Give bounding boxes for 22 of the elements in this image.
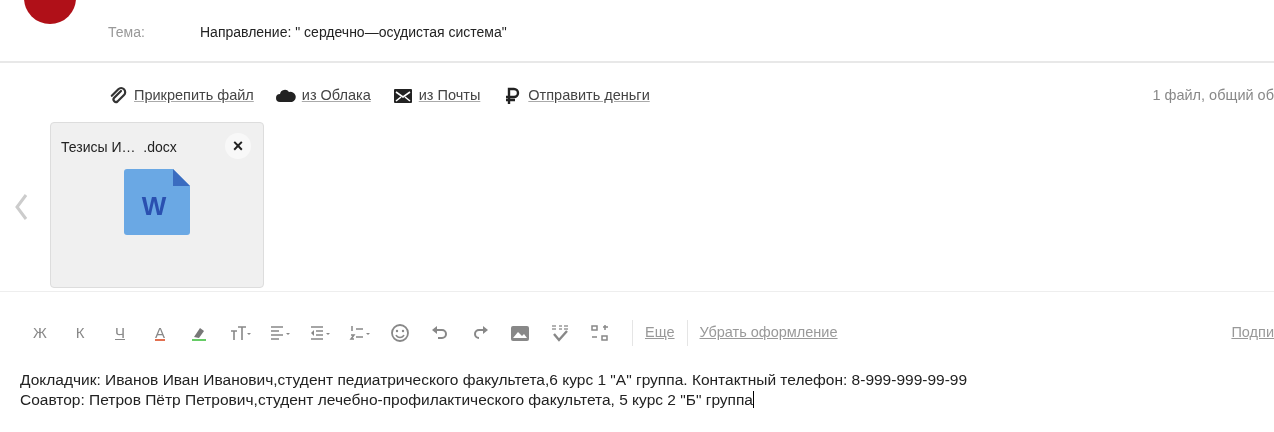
body-text-line: Соавтор: Петров Пётр Петрович,студент лечебно-профилактического факультета, 5 курс 2 "Б" группа	[20, 389, 753, 410]
attachment-card[interactable]: Тезисы И… .docx × W	[50, 121, 264, 288]
underline-button[interactable]: Ч	[100, 321, 140, 344]
attach-link[interactable]: Отправить деньги	[528, 85, 650, 107]
spellcheck-icon[interactable]	[549, 322, 571, 343]
format-button[interactable]: Ж	[20, 321, 60, 344]
word-document-icon: W	[124, 168, 190, 235]
attach-link[interactable]: Прикрепить файл	[134, 85, 254, 107]
paperclip-icon	[108, 85, 128, 106]
body-text-line: Докладчик: Иванов Иван Иванович,студент педиатрического факультета,6 курс 1 "А" группа. Контактный телефон: 8-999-999-99-99	[20, 369, 968, 390]
text-cursor	[753, 390, 754, 408]
format-button[interactable]: К	[60, 321, 100, 344]
attach-link[interactable]: из Почты	[418, 85, 481, 107]
subject-label: Тема:	[108, 23, 146, 42]
text-color-button[interactable]: A	[140, 321, 180, 344]
attach-link[interactable]: из Облака	[301, 85, 371, 107]
emoji-icon[interactable]	[389, 322, 411, 343]
attachment-summary: 1 файл, общий об	[1152, 86, 1274, 105]
subject-field[interactable]: Направление: " сердечно—осудистая система"	[200, 22, 507, 61]
close-button[interactable]: ×	[225, 132, 251, 159]
sort-icon[interactable]	[589, 322, 611, 343]
file-name: Тезисы И… .docx	[61, 138, 177, 155]
